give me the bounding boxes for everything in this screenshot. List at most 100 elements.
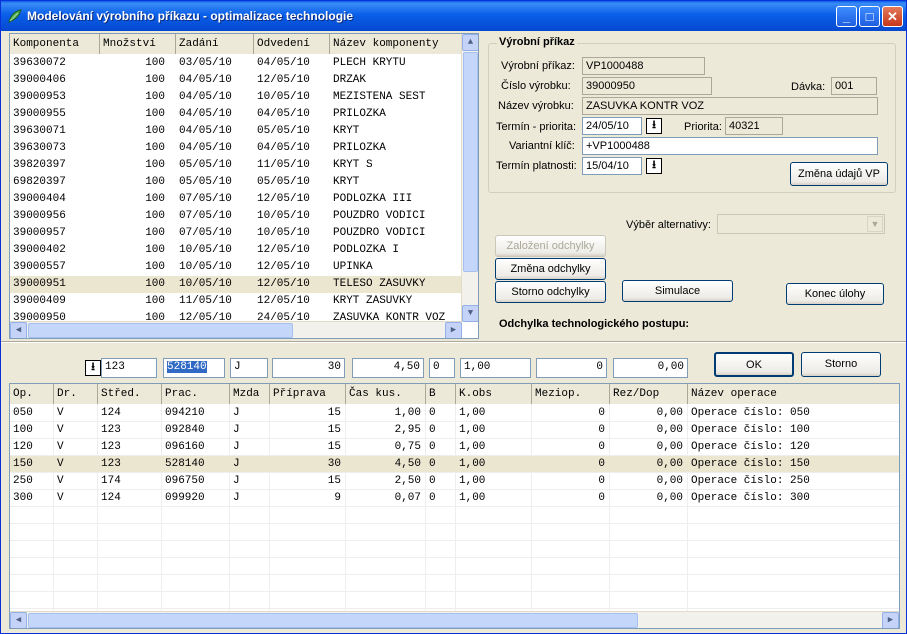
ok-button[interactable]: OK xyxy=(714,352,794,377)
end-task-button[interactable]: Konec úlohy xyxy=(786,283,884,305)
chevron-down-icon[interactable]: ▼ xyxy=(867,216,883,232)
edit-cas-kus-input[interactable]: 4,50 xyxy=(352,358,424,378)
operations-column-header[interactable]: B xyxy=(426,384,456,404)
component-row[interactable]: 39630072 100 03/05/10 04/05/10 PLECH KRYTU xyxy=(10,55,462,72)
component-row[interactable]: 39000955 100 04/05/10 04/05/10 PRILOZKA xyxy=(10,106,462,123)
edit-prac-input[interactable]: 528140 xyxy=(163,358,225,378)
component-row[interactable]: 69820397 100 05/05/10 05/05/10 KRYT xyxy=(10,174,462,191)
component-cell: 100 xyxy=(145,193,165,205)
operation-row[interactable]: 300 V 124 099920 J 9 0,07 0 1,00 0 0,00 Operace čís… xyxy=(10,490,899,507)
components-grid-header: Komponenta Množství Zadání Odvedení Název ko… xyxy=(10,34,462,54)
vertical-scroll-thumb[interactable] xyxy=(463,52,478,272)
minimize-button[interactable]: _ xyxy=(836,6,857,27)
operations-column-header[interactable]: Op. xyxy=(10,384,54,404)
scroll-right-icon[interactable]: ▶ xyxy=(882,612,899,628)
component-row[interactable]: 39630071 100 04/05/10 05/05/10 KRYT xyxy=(10,123,462,140)
operations-column-header[interactable]: Střed. xyxy=(98,384,162,404)
component-row[interactable]: 39000953 100 04/05/10 10/05/10 MEZISTENA SES… xyxy=(10,89,462,106)
component-row[interactable]: 39000406 100 04/05/10 12/05/10 DRZAK xyxy=(10,72,462,89)
scroll-down-icon[interactable]: ▼ xyxy=(462,305,478,322)
component-row[interactable]: 39000404 100 07/05/10 12/05/10 PODLOZKA III xyxy=(10,191,462,208)
operations-column-header[interactable]: Čas kus. xyxy=(346,384,426,404)
components-vertical-scrollbar[interactable]: ▲ ▼ xyxy=(461,34,478,322)
change-order-button[interactable]: Změna údajů VP xyxy=(790,162,888,186)
components-horizontal-scrollbar[interactable]: ◀ ▶ xyxy=(10,321,462,338)
operations-horizontal-scrollbar[interactable]: ◀ ▶ xyxy=(10,611,899,628)
horizontal-scroll-thumb[interactable] xyxy=(28,323,293,338)
component-row[interactable]: 39820397 100 05/05/10 11/05/10 KRYT S xyxy=(10,157,462,174)
operation-row[interactable]: 250 V 174 096750 J 15 2,50 0 1,00 0 0,00 Operace čí… xyxy=(10,473,899,490)
operation-row[interactable]: 050 V 124 094210 J 15 1,00 0 1,00 0 0,00 Operace čí… xyxy=(10,405,899,422)
components-column-header[interactable]: Komponenta xyxy=(10,34,100,54)
variant-input[interactable]: +VP1000488 xyxy=(582,137,878,155)
component-cell: 100 xyxy=(145,278,165,290)
cancel-deviation-button[interactable]: Storno odchylky xyxy=(495,281,606,303)
calendar-icon[interactable]: ⭳ xyxy=(646,118,662,134)
main-window: Modelování výrobního příkazu - optimaliz… xyxy=(0,0,907,634)
edit-stred-input[interactable]: 123 xyxy=(101,358,157,378)
operations-column-header[interactable]: Rez/Dop xyxy=(610,384,688,404)
alternative-select[interactable]: ▼ xyxy=(717,214,885,234)
change-deviation-button[interactable]: Změna odchylky xyxy=(495,258,606,280)
component-row[interactable]: 39000409 100 11/05/10 12/05/10 KRYT ZASUVKY xyxy=(10,293,462,310)
edit-k-obs-input[interactable]: 1,00 xyxy=(460,358,531,378)
components-column-header[interactable]: Zadání xyxy=(176,34,254,54)
operation-cell: 15 xyxy=(327,441,341,453)
component-row[interactable]: 39000951 100 10/05/10 12/05/10 TELESO ZASUVK… xyxy=(10,276,462,293)
operations-grid[interactable]: Op. Dr. Střed. Prac. Mzda Příprava Čas kus. B K.… xyxy=(9,383,900,629)
storno-button[interactable]: Storno xyxy=(801,352,881,377)
components-column-header[interactable]: Odvedení xyxy=(254,34,330,54)
edit-priprava-input[interactable]: 30 xyxy=(272,358,345,378)
operations-column-header[interactable]: Meziop. xyxy=(532,384,610,404)
component-cell: DRZAK xyxy=(333,74,367,86)
operation-row[interactable]: 100 V 123 092840 J 15 2,95 0 1,00 0 0,00 Operace čí… xyxy=(10,422,899,439)
operation-cell: 150 xyxy=(13,458,33,470)
scroll-up-icon[interactable]: ▲ xyxy=(462,34,478,51)
scroll-left-icon[interactable]: ◀ xyxy=(10,612,27,628)
edit-meziop-input[interactable]: 0 xyxy=(536,358,607,378)
component-row[interactable]: 39000557 100 10/05/10 12/05/10 UPINKA xyxy=(10,259,462,276)
close-button[interactable]: ✕ xyxy=(882,6,903,27)
empty-row xyxy=(10,592,899,609)
edit-b-input[interactable]: 0 xyxy=(429,358,455,378)
component-cell: 39630072 xyxy=(13,57,66,69)
operations-column-header[interactable]: Prac. xyxy=(162,384,230,404)
component-row[interactable]: 39630073 100 04/05/10 04/05/10 PRILOZKA xyxy=(10,140,462,157)
create-deviation-button[interactable]: Založení odchylky xyxy=(495,235,606,257)
components-column-header[interactable]: Množství xyxy=(100,34,176,54)
operations-column-header[interactable]: Příprava xyxy=(270,384,346,404)
operations-column-header[interactable]: Mzda xyxy=(230,384,270,404)
operations-column-header[interactable]: Název operace xyxy=(688,384,899,404)
operations-column-header[interactable]: K.obs xyxy=(456,384,532,404)
component-row[interactable]: 39000956 100 07/05/10 10/05/10 POUZDRO VODIC… xyxy=(10,208,462,225)
term-input[interactable]: 24/05/10 xyxy=(582,117,642,135)
maximize-button[interactable]: □ xyxy=(859,6,880,27)
component-cell: 39000557 xyxy=(13,261,66,273)
validity-input[interactable]: 15/04/10 xyxy=(582,157,642,175)
edit-rez-dop-input[interactable]: 0,00 xyxy=(613,358,688,378)
component-cell: 04/05/10 xyxy=(179,74,232,86)
scroll-left-icon[interactable]: ◀ xyxy=(10,322,27,338)
component-row[interactable]: 39000957 100 07/05/10 10/05/10 POUZDRO VODIC… xyxy=(10,225,462,242)
scroll-right-icon[interactable]: ▶ xyxy=(445,322,462,338)
horizontal-scroll-thumb[interactable] xyxy=(28,613,638,628)
component-row[interactable]: 39000402 100 10/05/10 12/05/10 PODLOZKA I xyxy=(10,242,462,259)
edit-mzda-input[interactable]: J xyxy=(230,358,268,378)
operation-cell: 528140 xyxy=(165,458,205,470)
operation-row[interactable]: 120 V 123 096160 J 15 0,75 0 1,00 0 0,00 Operace čí… xyxy=(10,439,899,456)
calendar-icon[interactable]: ⭳ xyxy=(646,158,662,174)
operation-cell: 15 xyxy=(327,407,341,419)
operation-row[interactable]: 150 V 123 528140 J 30 4,50 0 1,00 0 0,00 Operace čí… xyxy=(10,456,899,473)
components-column-header[interactable]: Název komponenty xyxy=(330,34,462,54)
component-cell: 39000406 xyxy=(13,74,66,86)
operations-column-header[interactable]: Dr. xyxy=(54,384,98,404)
download-icon[interactable]: ⭳ xyxy=(85,360,101,376)
operation-cell: Operace číslo: 120 xyxy=(691,441,810,453)
component-cell: KRYT xyxy=(333,176,360,188)
component-cell: 12/05/10 xyxy=(257,244,310,256)
operation-cell: 2,95 xyxy=(394,424,421,436)
title-bar[interactable]: Modelování výrobního příkazu - optimaliz… xyxy=(1,1,906,31)
components-grid[interactable]: Komponenta Množství Zadání Odvedení Název ko… xyxy=(9,33,479,339)
empty-row xyxy=(10,558,899,575)
simulation-button[interactable]: Simulace xyxy=(622,280,733,302)
